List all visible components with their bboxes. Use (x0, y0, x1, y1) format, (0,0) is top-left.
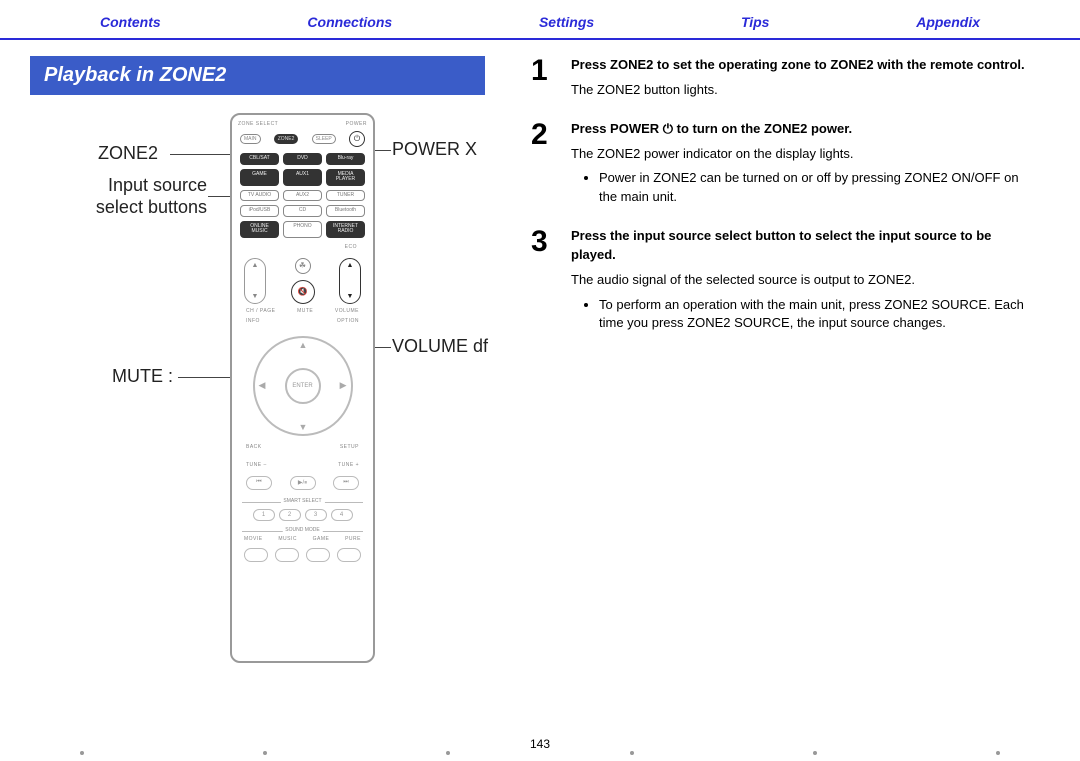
sound-mode-label: SOUND MODE (282, 527, 322, 533)
zone-select-label: ZONE SELECT (238, 121, 278, 127)
input-source-grid: CBL/SAT DVD Blu-ray GAMEAUX1MEDIA PLAYER TV … (238, 151, 367, 240)
volume-rocker[interactable]: ▲▼ (339, 258, 361, 304)
btn-zone2[interactable]: ZONE2 (274, 134, 299, 144)
step-2: 2Press POWER ⏻ to turn on the ZONE2 powe… (531, 120, 1030, 207)
nav-appendix[interactable]: Appendix (916, 14, 980, 30)
btn-sleep[interactable]: SLEEP (312, 134, 336, 144)
step-heading: Press ZONE2 to set the operating zone to… (571, 56, 1025, 75)
btn-source-cbl-sat[interactable]: CBL/SAT (240, 153, 279, 165)
nav-contents[interactable]: Contents (100, 14, 161, 30)
btn-main-zone[interactable]: MAIN (240, 134, 261, 144)
btn-source-blu-ray[interactable]: Blu-ray (326, 153, 365, 165)
btn-source-internet-radio[interactable]: INTERNET RADIO (326, 221, 365, 238)
btn-source-aux2[interactable]: AUX2 (283, 190, 322, 202)
btn-enter[interactable]: ENTER (285, 368, 321, 404)
btn-source-ipod-usb[interactable]: iPod/USB (240, 205, 279, 217)
step-bullets: Power in ZONE2 can be turned on or off b… (571, 169, 1030, 207)
volume-label: VOLUME (335, 308, 359, 314)
btn-smart-1[interactable]: 1 (253, 509, 275, 521)
footer-dots (0, 751, 1080, 755)
sound-label-movie: MOVIE (244, 536, 263, 542)
remote-control: ZONE SELECT POWER MAIN ZONE2 SLEEP ⏻ CBL… (230, 113, 375, 663)
btn-power[interactable]: ⏻ (349, 131, 365, 147)
btn-source-tv-audio[interactable]: TV AUDIO (240, 190, 279, 202)
btn-source-bluetooth[interactable]: Bluetooth (326, 205, 365, 217)
sound-label-music: MUSIC (278, 536, 297, 542)
ch-page-label: CH / PAGE (246, 308, 275, 314)
eco-label: ECO (345, 244, 357, 250)
step-heading: Press the input source select button to … (571, 227, 1030, 265)
setup-label: SETUP (340, 444, 359, 450)
power-label: POWER (346, 121, 367, 127)
step-body: Press the input source select button to … (571, 227, 1030, 333)
btn-source-online-music[interactable]: ONLINE MUSIC (240, 221, 279, 238)
step-body: Press POWER ⏻ to turn on the ZONE2 power… (571, 120, 1030, 207)
top-nav: Contents Connections Settings Tips Appen… (0, 0, 1080, 40)
step-number: 1 (531, 56, 571, 100)
callout-power: POWER X (392, 139, 477, 161)
btn-source-dvd[interactable]: DVD (283, 153, 322, 165)
btn-source-tuner[interactable]: TUNER (326, 190, 365, 202)
btn-source-cd[interactable]: CD (283, 205, 322, 217)
step-heading: Press POWER ⏻ to turn on the ZONE2 power… (571, 120, 1030, 139)
step-line: The audio signal of the selected source … (571, 271, 1030, 290)
btn-transport-2[interactable]: ⏭ (333, 476, 359, 490)
ch-page-rocker[interactable]: ▲▼ (244, 258, 266, 304)
step-body: Press ZONE2 to set the operating zone to… (571, 56, 1025, 100)
info-label: INFO (246, 318, 260, 324)
step-number: 3 (531, 227, 571, 333)
btn-transport-1[interactable]: ▶/⏸ (290, 476, 316, 490)
step-3: 3Press the input source select button to… (531, 227, 1030, 333)
sound-label-game: GAME (313, 536, 330, 542)
btn-mute[interactable]: 🔇 (291, 280, 315, 304)
btn-smart-4[interactable]: 4 (331, 509, 353, 521)
step-line: The ZONE2 button lights. (571, 81, 1025, 100)
callout-input-source: Input sourceselect buttons (77, 175, 207, 218)
step-bullet: To perform an operation with the main un… (599, 296, 1030, 334)
btn-transport-0[interactable]: ⏮ (246, 476, 272, 490)
btn-source-aux1[interactable]: AUX1 (283, 169, 322, 186)
callout-volume: VOLUME df (392, 336, 488, 358)
nav-tips[interactable]: Tips (741, 14, 770, 30)
btn-source-media-player[interactable]: MEDIA PLAYER (326, 169, 365, 186)
btn-source-phono[interactable]: PHONO (283, 221, 322, 238)
sound-mode-row (238, 546, 367, 564)
step-1: 1Press ZONE2 to set the operating zone t… (531, 56, 1030, 100)
dpad[interactable]: ▲ ▼ ◀ ▶ ENTER (253, 336, 353, 436)
step-number: 2 (531, 120, 571, 207)
page-number: 143 (0, 737, 1080, 751)
callout-mute: MUTE : (112, 366, 173, 388)
tune-minus-label: TUNE – (246, 462, 267, 468)
btn-sound-movie[interactable] (244, 548, 268, 562)
btn-smart-2[interactable]: 2 (279, 509, 301, 521)
step-bullets: To perform an operation with the main un… (571, 296, 1030, 334)
btn-sound-game[interactable] (306, 548, 330, 562)
instruction-steps: 1Press ZONE2 to set the operating zone t… (525, 56, 1050, 693)
step-line: The ZONE2 power indicator on the display… (571, 145, 1030, 164)
step-bullet: Power in ZONE2 can be turned on or off b… (599, 169, 1030, 207)
callout-zone2: ZONE2 (98, 143, 158, 165)
btn-smart-3[interactable]: 3 (305, 509, 327, 521)
nav-connections[interactable]: Connections (307, 14, 392, 30)
smart-select-row: 1234 (238, 507, 367, 523)
smart-select-label: SMART SELECT (280, 498, 324, 504)
section-title: Playback in ZONE2 (30, 56, 485, 95)
sound-label-pure: PURE (345, 536, 361, 542)
btn-sound-music[interactable] (275, 548, 299, 562)
mute-label: MUTE (297, 308, 313, 314)
remote-diagram: ZONE2 Input sourceselect buttons MUTE : … (30, 113, 525, 693)
btn-eco[interactable]: ☘ (295, 258, 311, 274)
nav-settings[interactable]: Settings (539, 14, 594, 30)
transport-controls: ⏮ ▶/⏸ ⏭ (238, 472, 367, 494)
btn-source-game[interactable]: GAME (240, 169, 279, 186)
tune-plus-label: TUNE + (338, 462, 359, 468)
back-label: BACK (246, 444, 262, 450)
option-label: OPTION (337, 318, 359, 324)
btn-sound-pure[interactable] (337, 548, 361, 562)
